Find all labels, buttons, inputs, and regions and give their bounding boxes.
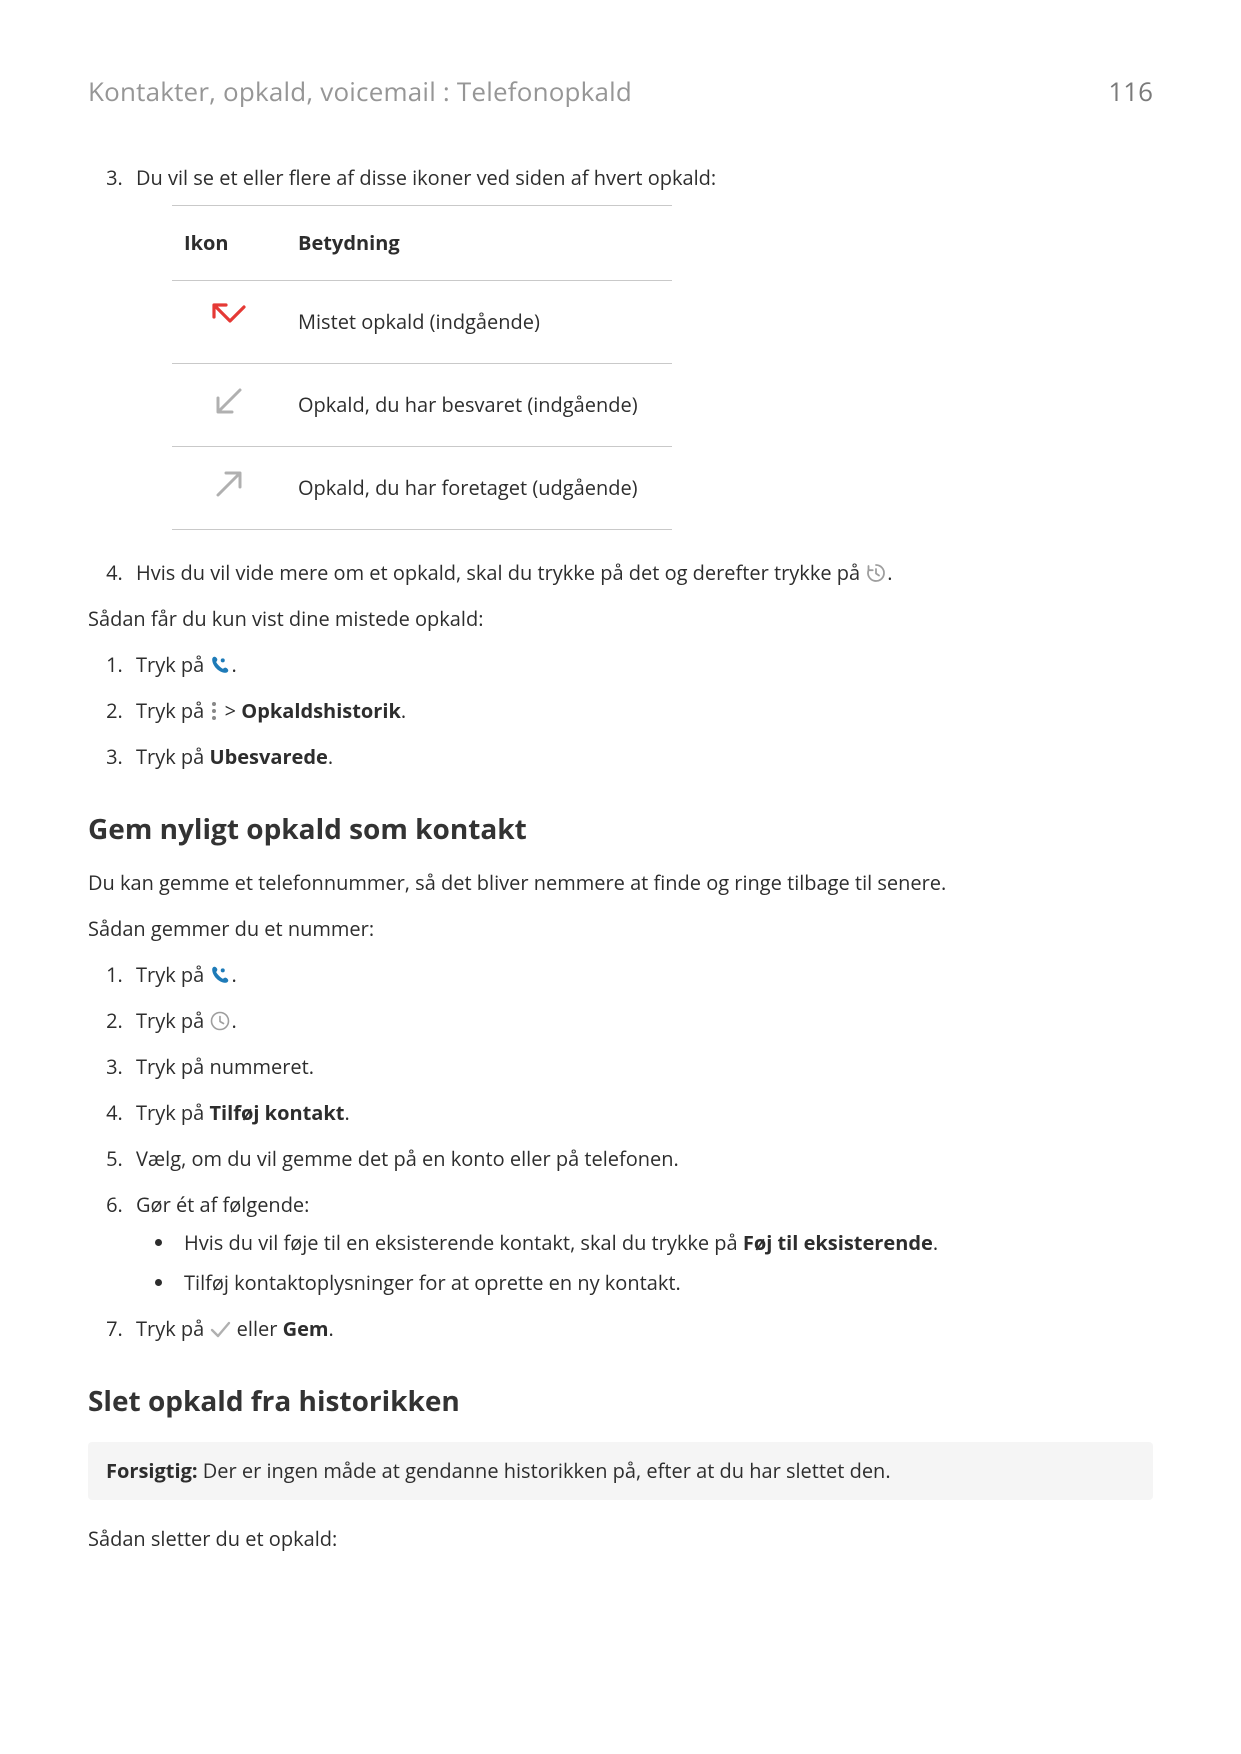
step-text-after: .	[887, 559, 892, 586]
step-text-bold: Ubesvarede	[209, 743, 327, 770]
save-step-7: Tryk på eller Gem.	[128, 1314, 1153, 1344]
checkmark-icon	[209, 1318, 231, 1340]
bullet-before: Hvis du vil føje til en eksisterende kon…	[184, 1229, 743, 1256]
table-cell-meaning: Mistet opkald (indgående)	[286, 281, 672, 364]
top-step-3: Du vil se et eller flere af disse ikoner…	[128, 163, 1153, 530]
table-header-icon: Ikon	[172, 206, 286, 281]
arrow-up-right-icon	[214, 469, 244, 499]
missed-call-icon-cell	[172, 281, 286, 364]
phone-icon	[209, 964, 231, 986]
list-item: Tilføj kontaktoplysninger for at oprette…	[176, 1268, 1153, 1298]
step-text-before: Tryk på	[136, 743, 209, 770]
table-row: Opkald, du har besvaret (indgående)	[172, 364, 672, 447]
missed-step-1: Tryk på .	[128, 650, 1153, 680]
step-text-after: .	[329, 1315, 334, 1342]
more-vert-icon	[209, 700, 219, 722]
step-text-before: Tryk på	[136, 1007, 209, 1034]
save-step-6: Gør ét af følgende: Hvis du vil føje til…	[128, 1190, 1153, 1298]
clock-icon	[209, 1010, 231, 1032]
save-step-4: Tryk på Tilføj kontakt.	[128, 1098, 1153, 1128]
step-text: Du vil se et eller flere af disse ikoner…	[136, 164, 716, 191]
save-step-2: Tryk på .	[128, 1006, 1153, 1036]
step-text-before: Tryk på	[136, 961, 209, 988]
table-cell-meaning: Opkald, du har besvaret (indgående)	[286, 364, 672, 447]
list-item: Hvis du vil føje til en eksisterende kon…	[176, 1228, 1153, 1258]
step-text: Tryk på nummeret.	[136, 1053, 314, 1080]
caution-label: Forsigtig:	[106, 1457, 198, 1484]
save-step-5: Vælg, om du vil gemme det på en konto el…	[128, 1144, 1153, 1174]
history-clock-icon	[865, 562, 887, 584]
step-text-before: Tryk på	[136, 697, 209, 724]
table-row: Opkald, du har foretaget (udgående)	[172, 447, 672, 530]
table-row: Mistet opkald (indgående)	[172, 281, 672, 364]
step-text-bold: Opkaldshistorik	[241, 697, 401, 724]
save-steps: Tryk på . Tryk på . Tryk på nummeret. Tr…	[88, 960, 1153, 1344]
incoming-answered-icon-cell	[172, 364, 286, 447]
step-text-after: .	[344, 1099, 349, 1126]
icon-table: Ikon Betydning Mistet opkald (indgående)	[172, 205, 672, 530]
save-intro-1: Du kan gemme et telefonnummer, så det bl…	[88, 868, 1153, 898]
step-text-bold: Tilføj kontakt	[209, 1099, 344, 1126]
step-text-before: Hvis du vil vide mere om et opkald, skal…	[136, 559, 865, 586]
caution-box: Forsigtig: Der er ingen måde at gendanne…	[88, 1442, 1153, 1500]
missed-steps: Tryk på . Tryk på > Opkaldshistorik. Try…	[88, 650, 1153, 772]
missed-intro: Sådan får du kun vist dine mistede opkal…	[88, 604, 1153, 634]
missed-call-icon	[212, 303, 246, 333]
page: Kontakter, opkald, voicemail : Telefonop…	[0, 0, 1241, 1754]
step-text-after: .	[231, 1007, 236, 1034]
table-header-meaning: Betydning	[286, 206, 672, 281]
bullet-bold: Føj til eksisterende	[743, 1229, 933, 1256]
step-text-after: .	[231, 961, 236, 988]
top-steps: Du vil se et eller flere af disse ikoner…	[88, 163, 1153, 588]
step-text: Vælg, om du vil gemme det på en konto el…	[136, 1145, 679, 1172]
arrow-down-left-icon	[214, 386, 244, 416]
step-text-before: Tryk på	[136, 651, 209, 678]
save-intro-2: Sådan gemmer du et nummer:	[88, 914, 1153, 944]
outgoing-call-icon-cell	[172, 447, 286, 530]
delete-section-heading: Slet opkald fra historikken	[88, 1380, 1153, 1422]
phone-icon	[209, 654, 231, 676]
bullet-text: Tilføj kontaktoplysninger for at oprette…	[184, 1269, 681, 1296]
missed-step-3: Tryk på Ubesvarede.	[128, 742, 1153, 772]
page-number: 116	[1108, 72, 1153, 111]
page-header: Kontakter, opkald, voicemail : Telefonop…	[88, 72, 1153, 111]
step-text-before: Tryk på	[136, 1099, 209, 1126]
step-text-after: .	[328, 743, 333, 770]
missed-step-2: Tryk på > Opkaldshistorik.	[128, 696, 1153, 726]
step-text-mid: eller	[231, 1315, 282, 1342]
caution-text: Der er ingen måde at gendanne historikke…	[198, 1457, 891, 1484]
step-text-bold: Gem	[283, 1315, 329, 1342]
delete-intro: Sådan sletter du et opkald:	[88, 1524, 1153, 1554]
bullet-after: .	[933, 1229, 938, 1256]
save-step-6-bullets: Hvis du vil føje til en eksisterende kon…	[136, 1228, 1153, 1298]
save-section-heading: Gem nyligt opkald som kontakt	[88, 808, 1153, 850]
save-step-1: Tryk på .	[128, 960, 1153, 990]
breadcrumb: Kontakter, opkald, voicemail : Telefonop…	[88, 72, 632, 111]
step-text-before: Tryk på	[136, 1315, 209, 1342]
step-text-after: .	[401, 697, 406, 724]
top-step-4: Hvis du vil vide mere om et opkald, skal…	[128, 558, 1153, 588]
step-text-after: .	[231, 651, 236, 678]
step-text: Gør ét af følgende:	[136, 1191, 309, 1218]
step-text-mid: >	[219, 697, 241, 724]
table-cell-meaning: Opkald, du har foretaget (udgående)	[286, 447, 672, 530]
save-step-3: Tryk på nummeret.	[128, 1052, 1153, 1082]
